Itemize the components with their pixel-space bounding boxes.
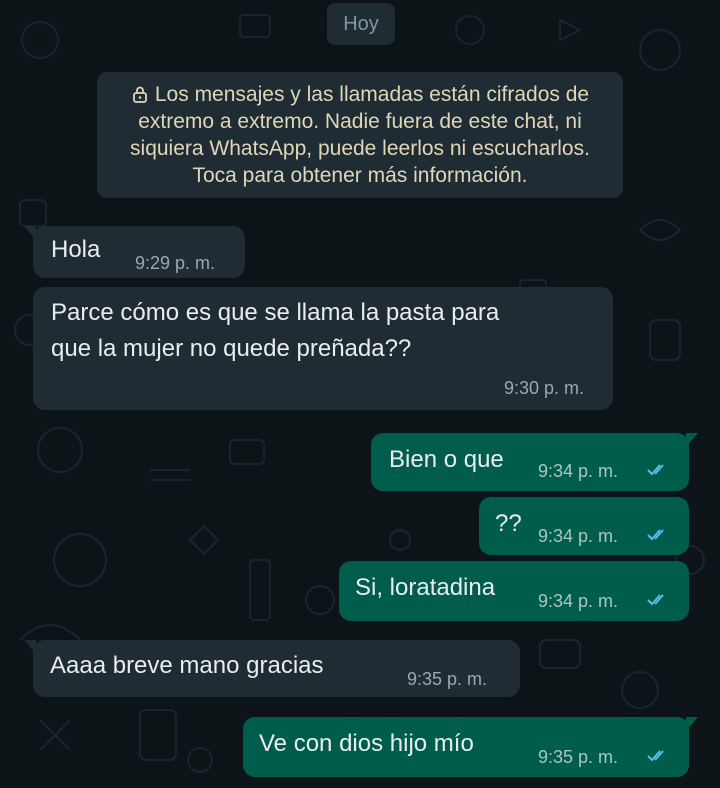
message-incoming[interactable]: Hola 9:29 p. m. bbox=[24, 226, 245, 278]
double-check-icon bbox=[647, 464, 664, 476]
message-time: 9:29 p. m. bbox=[135, 253, 216, 273]
chat-area[interactable]: Hoy Los mensajes y las llamadas están ci… bbox=[0, 0, 720, 788]
message-outgoing[interactable]: Si, loratadina 9:34 p. m. bbox=[339, 561, 689, 621]
encryption-notice-line: Los mensajes y las llamadas están cifrad… bbox=[97, 81, 623, 108]
double-check-icon bbox=[647, 594, 664, 606]
encryption-notice-line: siquiera WhatsApp, puede leerlos ni escu… bbox=[130, 137, 590, 160]
message-time: 9:34 p. m. bbox=[538, 461, 619, 481]
message-time: 9:34 p. m. bbox=[538, 526, 619, 546]
message-incoming[interactable]: Aaaa breve mano gracias 9:35 p. m. bbox=[24, 640, 520, 697]
message-text: Hola bbox=[51, 236, 101, 263]
date-chip: Hoy bbox=[327, 3, 395, 45]
message-text: Si, loratadina bbox=[355, 574, 496, 601]
message-text: ?? bbox=[495, 510, 522, 537]
message-text: Aaaa breve mano gracias bbox=[50, 652, 324, 679]
message-time: 9:35 p. m. bbox=[407, 669, 488, 689]
message-time: 9:34 p. m. bbox=[538, 591, 619, 611]
encryption-notice-line: extremo a extremo. Nadie fuera de este c… bbox=[138, 110, 582, 133]
message-outgoing[interactable]: Bien o que 9:34 p. m. bbox=[371, 433, 698, 491]
message-incoming[interactable]: Parce cómo es que se llama la pasta para… bbox=[33, 287, 613, 410]
message-text: Parce cómo es que se llama la pasta para bbox=[51, 299, 500, 326]
message-outgoing[interactable]: ?? 9:34 p. m. bbox=[479, 497, 689, 555]
message-time: 9:30 p. m. bbox=[504, 378, 585, 398]
double-check-icon bbox=[647, 529, 664, 541]
encryption-notice-line: Toca para obtener más información. bbox=[192, 164, 528, 187]
message-time: 9:35 p. m. bbox=[538, 747, 619, 767]
message-outgoing[interactable]: Ve con dios hijo mío 9:35 p. m. bbox=[243, 717, 698, 777]
message-text: Bien o que bbox=[389, 446, 504, 473]
encryption-notice[interactable]: Los mensajes y las llamadas están cifrad… bbox=[97, 72, 623, 198]
message-text: que la mujer no quede preñada?? bbox=[51, 335, 412, 362]
double-check-icon bbox=[647, 750, 664, 762]
lock-icon bbox=[132, 86, 147, 103]
message-text: Ve con dios hijo mío bbox=[259, 730, 474, 757]
